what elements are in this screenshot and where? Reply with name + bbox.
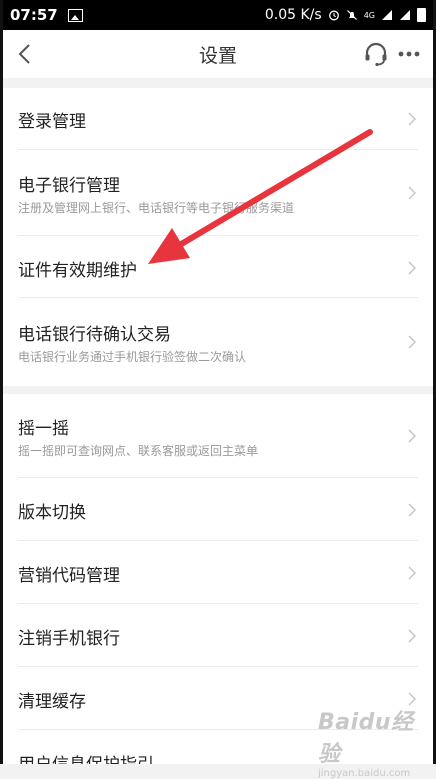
status-bar: 07:57 0.05 K/s 4G bbox=[0, 0, 436, 30]
more-icon[interactable] bbox=[396, 40, 422, 68]
status-time: 07:57 bbox=[10, 6, 58, 24]
settings-group-1: 登录管理 电子银行管理 注册及管理网上银行、电话银行等电子银行服务渠道 证件有效… bbox=[0, 88, 436, 386]
settings-item-label: 电话银行待确认交易 bbox=[18, 325, 171, 345]
chevron-right-icon bbox=[408, 186, 416, 200]
settings-item-phone-confirm[interactable]: 电话银行待确认交易 电话银行业务通过手机银行验签做二次确认 bbox=[0, 298, 436, 386]
mute-icon bbox=[346, 10, 357, 20]
network-speed: 0.05 K/s bbox=[264, 7, 322, 23]
image-icon bbox=[67, 8, 83, 22]
chevron-right-icon bbox=[408, 429, 416, 443]
settings-screen: 07:57 0.05 K/s 4G 设置 登录管理 电子银行管理 注册及管理网上… bbox=[0, 0, 436, 779]
settings-item-label: 清理缓存 bbox=[18, 692, 86, 712]
settings-item-label: 证件有效期维护 bbox=[18, 261, 137, 281]
nav-header: 设置 bbox=[0, 30, 436, 78]
settings-item-label: 登录管理 bbox=[18, 112, 86, 132]
settings-item-desc: 摇一摇即可查询网点、联系客服或返回主菜单 bbox=[18, 444, 259, 458]
alarm-icon bbox=[328, 10, 339, 21]
settings-item-label: 版本切换 bbox=[18, 503, 86, 523]
settings-item-label: 摇一摇 bbox=[18, 419, 69, 439]
settings-item-label: 注销手机银行 bbox=[18, 629, 120, 649]
chevron-right-icon bbox=[408, 335, 416, 349]
watermark-logo: Baidu经验 bbox=[318, 710, 414, 767]
settings-item-ebank[interactable]: 电子银行管理 注册及管理网上银行、电话银行等电子银行服务渠道 bbox=[0, 150, 436, 236]
headset-icon[interactable] bbox=[362, 40, 390, 68]
watermark: Baidu经验 jingyan.baidu.com bbox=[318, 704, 422, 779]
settings-item-login[interactable]: 登录管理 bbox=[0, 88, 436, 150]
settings-item-marketing-code[interactable]: 营销代码管理 bbox=[0, 541, 436, 604]
status-right: 0.05 K/s 4G bbox=[265, 7, 426, 23]
chevron-right-icon bbox=[408, 261, 416, 275]
chevron-right-icon bbox=[408, 112, 416, 126]
network-type: 4G bbox=[363, 10, 375, 20]
settings-item-deregister[interactable]: 注销手机银行 bbox=[0, 604, 436, 667]
settings-item-desc: 注册及管理网上银行、电话银行等电子银行服务渠道 bbox=[18, 201, 295, 215]
settings-item-label: 营销代码管理 bbox=[18, 566, 120, 586]
chevron-right-icon bbox=[408, 503, 416, 517]
chevron-right-icon bbox=[408, 566, 416, 580]
settings-item-version[interactable]: 版本切换 bbox=[0, 478, 436, 541]
battery-icon bbox=[417, 8, 426, 22]
settings-item-label: 电子银行管理 bbox=[18, 176, 120, 196]
watermark-url: jingyan.baidu.com bbox=[318, 768, 411, 779]
settings-item-id-validity[interactable]: 证件有效期维护 bbox=[0, 236, 436, 298]
chevron-right-icon bbox=[408, 629, 416, 643]
settings-item-desc: 电话银行业务通过手机银行验签做二次确认 bbox=[18, 350, 247, 364]
signal-icon bbox=[382, 10, 392, 20]
settings-item-shake[interactable]: 摇一摇 摇一摇即可查询网点、联系客服或返回主菜单 bbox=[0, 394, 436, 478]
settings-item-label: 用户信息保护指引 bbox=[18, 750, 154, 764]
frame-border-left bbox=[0, 0, 3, 764]
signal-icon bbox=[400, 10, 410, 20]
